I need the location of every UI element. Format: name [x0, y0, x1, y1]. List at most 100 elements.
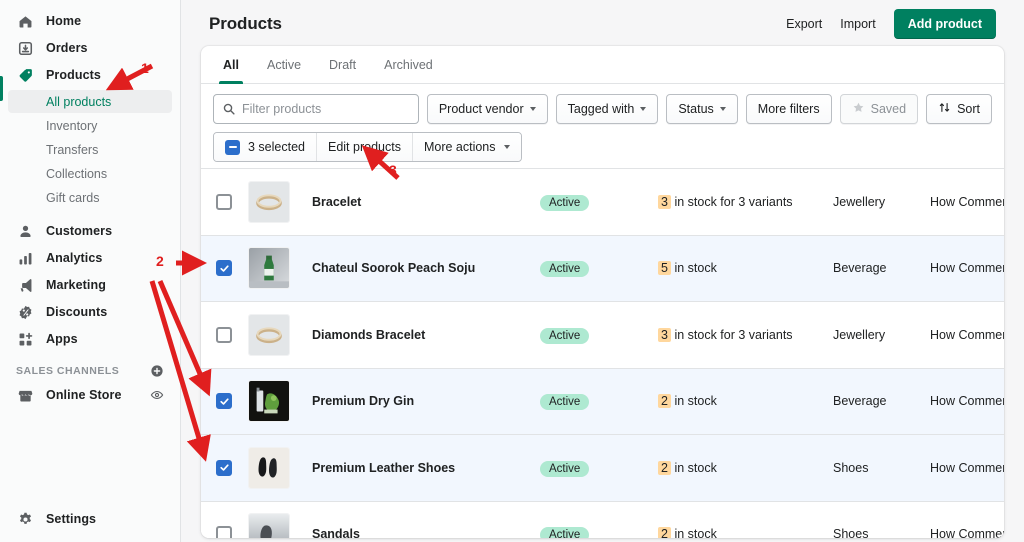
store-icon	[16, 386, 34, 404]
active-nav-indicator	[0, 76, 3, 101]
status-badge: Active	[540, 195, 589, 211]
add-product-button[interactable]: Add product	[894, 9, 996, 39]
table-row[interactable]: Premium Leather ShoesActive2 in stockSho…	[201, 434, 1004, 501]
tagged-with-filter-button[interactable]: Tagged with	[556, 94, 659, 124]
inventory-cell: 2 in stock	[658, 527, 833, 538]
status-cell: Active	[540, 525, 658, 538]
stock-text: in stock	[674, 394, 716, 408]
stock-text: in stock	[674, 461, 716, 475]
export-button[interactable]: Export	[786, 17, 822, 31]
sidebar-item-transfers[interactable]: Transfers	[8, 138, 172, 161]
product-status-tabs: All Active Draft Archived	[201, 46, 1004, 84]
sidebar-item-collections[interactable]: Collections	[8, 162, 172, 185]
stock-count: 2	[658, 527, 671, 538]
indeterminate-checkbox-icon[interactable]	[225, 140, 240, 155]
product-type-cell: Jewellery	[833, 195, 930, 209]
header-actions: Export Import Add product	[786, 9, 996, 39]
product-thumbnail	[248, 314, 290, 356]
table-row[interactable]: Premium Dry GinActive2 in stockBeverageH…	[201, 368, 1004, 435]
product-vendor-filter-button[interactable]: Product vendor	[427, 94, 548, 124]
eye-icon[interactable]	[150, 388, 164, 402]
product-name[interactable]: Chateul Soorok Peach Soju	[312, 261, 540, 275]
status-cell: Active	[540, 392, 658, 410]
sidebar-item-label: Discounts	[46, 305, 107, 319]
sidebar-item-label: Marketing	[46, 278, 106, 292]
product-vendor-cell: How Commerce	[930, 195, 1004, 209]
filter-label: Product vendor	[439, 102, 524, 116]
sidebar-item-products[interactable]: Products	[8, 63, 172, 87]
sidebar-item-discounts[interactable]: Discounts	[8, 300, 172, 324]
bulk-actions-bar: 3 selected Edit products More actions	[213, 132, 522, 162]
sidebar-item-apps[interactable]: Apps	[8, 327, 172, 351]
bulk-select-all-segment[interactable]: 3 selected	[214, 133, 317, 161]
more-filters-button[interactable]: More filters	[746, 94, 832, 124]
discount-icon	[16, 303, 34, 321]
sidebar-item-label: Settings	[46, 512, 96, 526]
stock-count: 5	[658, 261, 671, 275]
row-checkbox[interactable]	[216, 526, 232, 538]
sidebar-item-label: Customers	[46, 224, 112, 238]
inventory-cell: 3 in stock for 3 variants	[658, 328, 833, 342]
sidebar-item-customers[interactable]: Customers	[8, 219, 172, 243]
product-vendor-cell: How Commerce	[930, 527, 1004, 538]
import-button[interactable]: Import	[840, 17, 875, 31]
chevron-down-icon	[640, 107, 646, 111]
sidebar-item-analytics[interactable]: Analytics	[8, 246, 172, 270]
product-type-cell: Shoes	[833, 527, 930, 538]
table-row[interactable]: BraceletActive 3 in stock for 3 variants J…	[201, 168, 1004, 235]
sort-icon	[938, 101, 951, 117]
sidebar-item-inventory[interactable]: Inventory	[8, 114, 172, 137]
sidebar-item-home[interactable]: Home	[8, 9, 172, 33]
product-name[interactable]: Premium Dry Gin	[312, 394, 540, 408]
sort-label: Sort	[957, 102, 980, 116]
stock-text: in stock	[674, 261, 716, 275]
product-thumbnail	[248, 247, 290, 289]
table-row[interactable]: SandalsActive2 in stockShoesHow Commerce	[201, 501, 1004, 539]
status-filter-button[interactable]: Status	[666, 94, 737, 124]
sidebar-item-gift-cards[interactable]: Gift cards	[8, 186, 172, 209]
sidebar-item-marketing[interactable]: Marketing	[8, 273, 172, 297]
edit-products-button[interactable]: Edit products	[317, 133, 413, 161]
row-checkbox[interactable]	[216, 393, 232, 409]
product-name[interactable]: Diamonds Bracelet	[312, 328, 540, 342]
table-row[interactable]: Diamonds BraceletActive3 in stock for 3 …	[201, 301, 1004, 368]
sidebar-item-online-store[interactable]: Online Store	[8, 383, 172, 407]
sidebar-item-all-products[interactable]: All products	[8, 90, 172, 113]
sidebar-item-settings[interactable]: Settings	[8, 507, 172, 531]
product-name[interactable]: Premium Leather Shoes	[312, 461, 540, 475]
sales-channels-section-header: SALES CHANNELS	[16, 354, 164, 380]
status-cell: Active	[540, 459, 658, 477]
row-checkbox[interactable]	[216, 460, 232, 476]
person-icon	[16, 222, 34, 240]
page-header: Products Export Import Add product	[181, 0, 1024, 46]
status-badge: Active	[540, 261, 589, 277]
more-actions-label: More actions	[424, 140, 496, 154]
product-name[interactable]: Sandals	[312, 527, 540, 538]
table-row[interactable]: Chateul Soorok Peach SojuActive 5 in stoc…	[201, 235, 1004, 302]
stock-count: 3	[658, 328, 671, 342]
row-checkbox[interactable]	[216, 260, 232, 276]
saved-filters-button[interactable]: Saved	[840, 94, 918, 124]
row-checkbox[interactable]	[216, 194, 232, 210]
add-sales-channel-icon[interactable]	[150, 364, 164, 378]
sidebar-item-orders[interactable]: Orders	[8, 36, 172, 60]
tab-archived[interactable]: Archived	[370, 47, 447, 83]
tab-all[interactable]: All	[209, 47, 253, 83]
stock-count: 3	[658, 195, 671, 209]
search-input[interactable]	[242, 102, 410, 116]
sidebar-item-label: Analytics	[46, 251, 102, 265]
row-checkbox[interactable]	[216, 327, 232, 343]
product-vendor-cell: How Commerce	[930, 461, 1004, 475]
search-box[interactable]	[213, 94, 419, 124]
sidebar-subitem-label: Collections	[46, 167, 107, 181]
main-sidebar: Home Orders Products All products Invent…	[0, 0, 181, 542]
tab-active[interactable]: Active	[253, 47, 315, 83]
tab-draft[interactable]: Draft	[315, 47, 370, 83]
sort-button[interactable]: Sort	[926, 94, 992, 124]
product-name[interactable]: Bracelet	[312, 195, 540, 209]
status-cell: Active	[540, 259, 658, 277]
more-actions-button[interactable]: More actions	[413, 133, 521, 161]
stock-text: in stock	[674, 527, 716, 538]
stock-text: in stock for 3 variants	[674, 195, 792, 209]
stock-count: 2	[658, 394, 671, 408]
